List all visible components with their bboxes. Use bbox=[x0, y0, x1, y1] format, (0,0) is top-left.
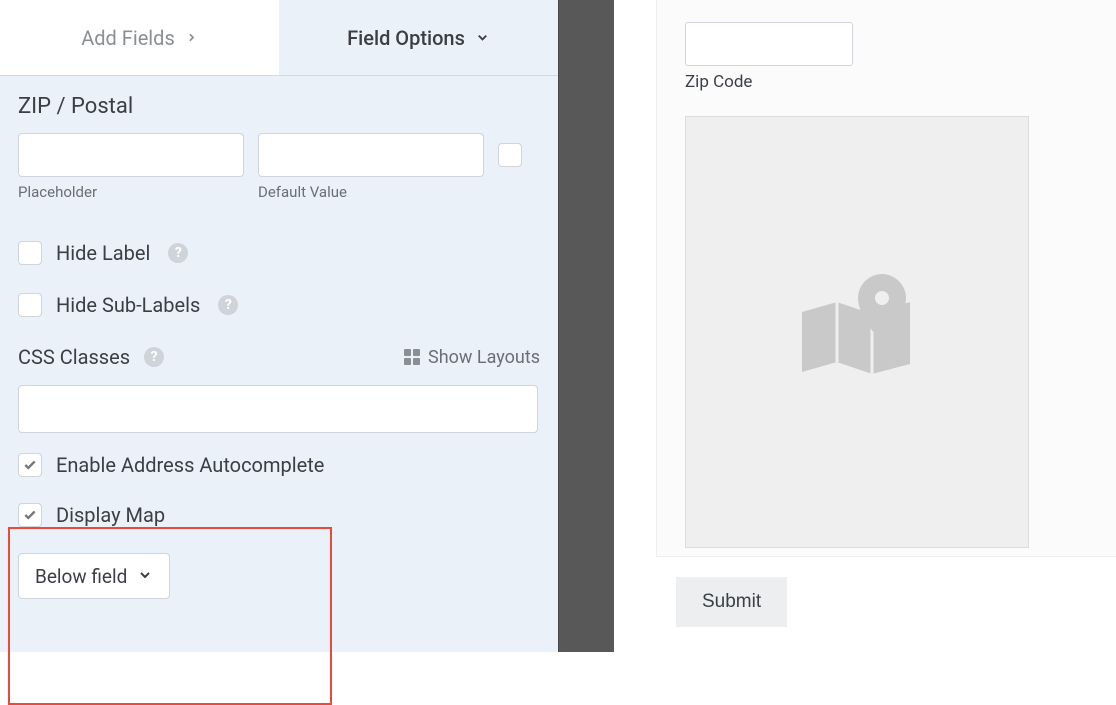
hide-sublabels-checkbox[interactable] bbox=[18, 293, 42, 317]
hide-label-row: Hide Label ? bbox=[18, 241, 540, 265]
display-map-row: Display Map bbox=[18, 503, 540, 527]
help-icon[interactable]: ? bbox=[218, 295, 238, 315]
help-icon[interactable]: ? bbox=[144, 347, 164, 367]
map-placeholder bbox=[685, 116, 1029, 548]
pane-divider bbox=[558, 0, 614, 652]
chevron-down-icon bbox=[475, 30, 490, 45]
field-options-sidebar: Add Fields Field Options ZIP / Postal Pl… bbox=[0, 0, 558, 652]
zip-input[interactable] bbox=[685, 22, 853, 66]
placeholder-sublabel: Placeholder bbox=[18, 183, 244, 201]
zip-label: Zip Code bbox=[685, 72, 1088, 92]
placeholder-column: Placeholder bbox=[18, 133, 244, 201]
field-options-panel: ZIP / Postal Placeholder Default Value H… bbox=[0, 76, 558, 652]
show-layouts-button[interactable]: Show Layouts bbox=[404, 347, 540, 368]
help-icon[interactable]: ? bbox=[168, 243, 188, 263]
enable-autocomplete-row: Enable Address Autocomplete bbox=[18, 453, 540, 477]
css-classes-label: CSS Classes bbox=[18, 345, 130, 369]
default-value-column: Default Value bbox=[258, 133, 484, 201]
tab-field-options-label: Field Options bbox=[347, 26, 465, 50]
map-pin-icon bbox=[792, 272, 922, 392]
form-preview: Zip Code Submit bbox=[614, 0, 1116, 652]
enable-autocomplete-checkbox[interactable] bbox=[18, 453, 42, 477]
hide-sublabels-text: Hide Sub-Labels bbox=[56, 293, 200, 317]
display-map-label: Display Map bbox=[56, 503, 165, 527]
hide-label-text: Hide Label bbox=[56, 241, 150, 265]
default-value-sublabel: Default Value bbox=[258, 183, 484, 201]
submit-button-label: Submit bbox=[702, 591, 761, 613]
submit-area: Submit bbox=[614, 557, 1116, 627]
css-classes-header: CSS Classes ? Show Layouts bbox=[18, 345, 540, 369]
chevron-right-icon bbox=[185, 31, 198, 44]
hide-sublabels-row: Hide Sub-Labels ? bbox=[18, 293, 540, 317]
hide-label-checkbox[interactable] bbox=[18, 241, 42, 265]
map-position-dropdown[interactable]: Below field bbox=[18, 553, 170, 599]
display-map-checkbox[interactable] bbox=[18, 503, 42, 527]
placeholder-default-row: Placeholder Default Value bbox=[18, 133, 540, 201]
css-classes-label-wrap: CSS Classes ? bbox=[18, 345, 164, 369]
default-value-extra-checkbox[interactable] bbox=[498, 143, 522, 167]
zip-field: Zip Code bbox=[685, 22, 1088, 92]
map-position-value: Below field bbox=[35, 565, 127, 588]
tab-add-fields-label: Add Fields bbox=[81, 26, 175, 50]
submit-button[interactable]: Submit bbox=[676, 577, 787, 627]
show-layouts-label: Show Layouts bbox=[428, 347, 540, 368]
css-classes-input[interactable] bbox=[18, 385, 538, 433]
grid-icon bbox=[404, 349, 420, 365]
chevron-down-icon bbox=[137, 565, 153, 588]
tab-field-options[interactable]: Field Options bbox=[279, 0, 558, 75]
form-preview-card: Zip Code bbox=[656, 0, 1116, 557]
tab-add-fields[interactable]: Add Fields bbox=[0, 0, 279, 75]
placeholder-input[interactable] bbox=[18, 133, 244, 177]
enable-autocomplete-label: Enable Address Autocomplete bbox=[56, 453, 324, 477]
zip-postal-section-label: ZIP / Postal bbox=[18, 94, 540, 119]
default-value-input[interactable] bbox=[258, 133, 484, 177]
sidebar-tabs: Add Fields Field Options bbox=[0, 0, 558, 76]
